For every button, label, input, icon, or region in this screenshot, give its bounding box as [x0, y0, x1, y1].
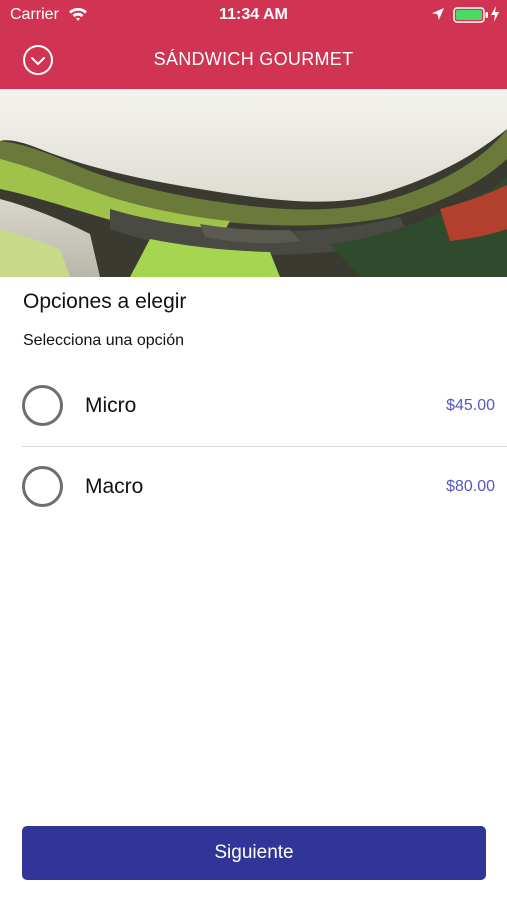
option-micro[interactable]: Micro $45.00	[0, 366, 507, 446]
option-price: $45.00	[446, 397, 495, 414]
section-subtitle: Selecciona una opción	[23, 332, 185, 349]
section-title: Opciones a elegir	[23, 290, 187, 313]
location-icon	[432, 8, 444, 20]
radio-button[interactable]	[22, 466, 63, 507]
option-macro[interactable]: Macro $80.00	[0, 447, 507, 527]
battery-icon	[453, 7, 488, 23]
option-label: Macro	[85, 475, 144, 498]
charging-bolt-icon	[491, 6, 499, 22]
sandwich-photo	[0, 89, 507, 277]
status-bar: Carrier 11:34 AM	[0, 0, 507, 30]
next-button[interactable]: Siguiente	[22, 826, 486, 880]
option-label: Micro	[85, 394, 137, 417]
nav-bar: SÁNDWICH GOURMET	[0, 30, 507, 89]
product-image	[0, 89, 507, 277]
radio-button[interactable]	[22, 385, 63, 426]
page-title: SÁNDWICH GOURMET	[153, 49, 354, 69]
option-price: $80.00	[446, 478, 495, 495]
header: Carrier 11:34 AM SÁNDWICH GOURMET	[0, 0, 507, 89]
